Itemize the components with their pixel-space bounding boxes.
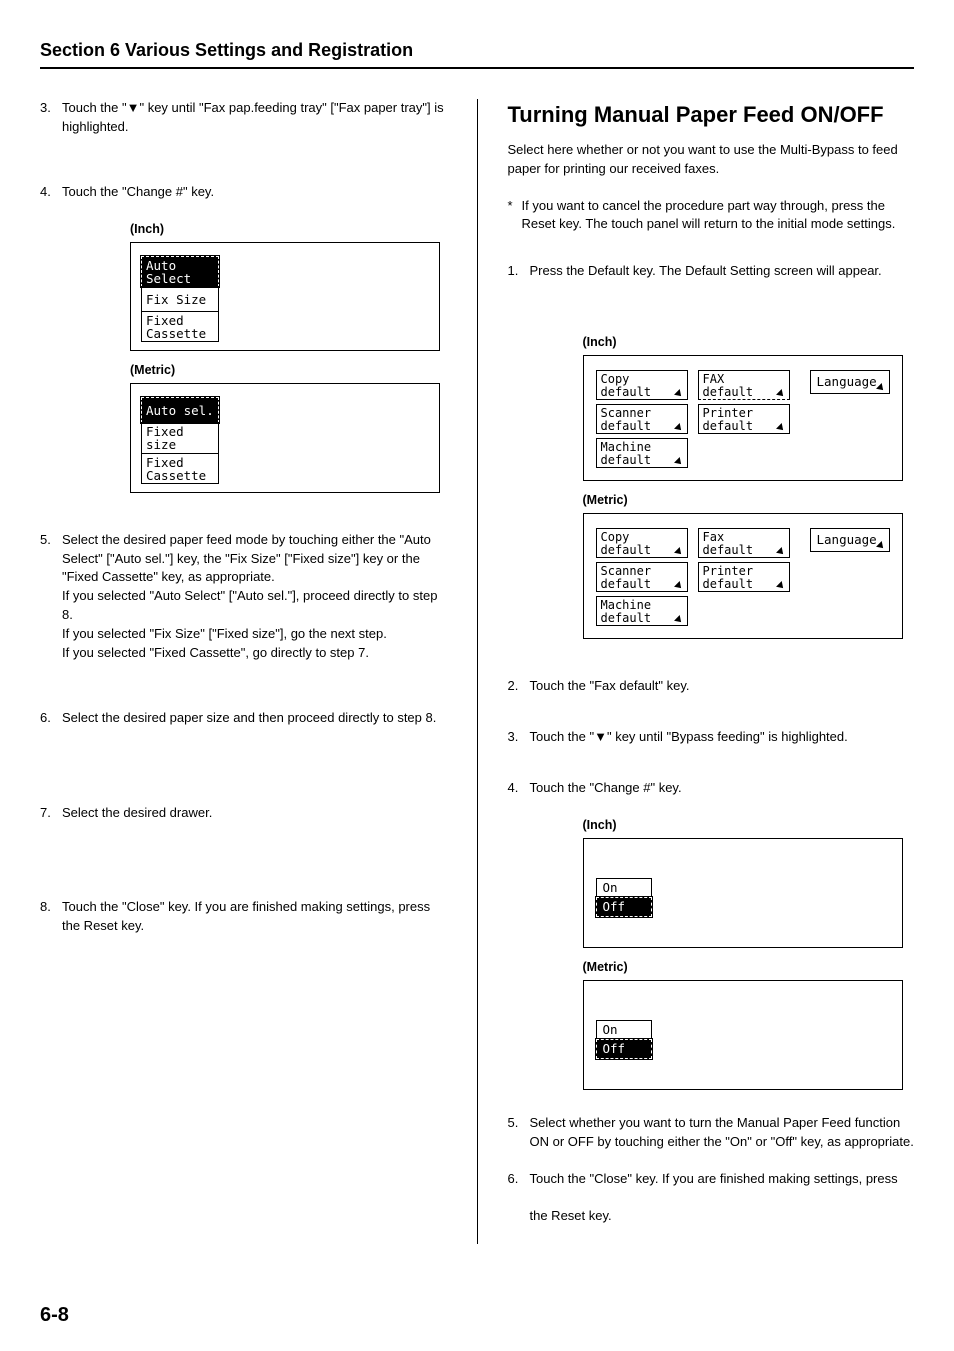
metric-label: (Metric) — [583, 491, 915, 509]
printer-default-button[interactable]: Printer default — [698, 562, 790, 592]
r-step-3: 3. Touch the "▼" key until "Bypass feedi… — [508, 728, 915, 747]
step-7: 7. Select the desired drawer. — [40, 804, 447, 823]
step-text: Select whether you want to turn the Manu… — [530, 1114, 915, 1152]
r-step-6b: the Reset key. — [508, 1207, 915, 1226]
asterisk: * — [508, 197, 522, 235]
scanner-default-button[interactable]: Scanner default — [596, 562, 688, 592]
step-text: Press the Default key. The Default Setti… — [530, 262, 915, 281]
language-button[interactable]: Language — [810, 370, 890, 394]
inch-label: (Inch) — [130, 220, 447, 238]
inch-panel: Auto Select Fix Size Fixed Cassette — [130, 242, 440, 352]
metric-panel: Auto sel. Fixed size Fixed Cassette — [130, 383, 440, 493]
on-button[interactable]: On — [596, 878, 652, 898]
off-button[interactable]: Off — [596, 1039, 652, 1059]
auto-sel-button[interactable]: Auto sel. — [141, 397, 219, 423]
copy-default-button[interactable]: Copy default — [596, 370, 688, 400]
chevron-icon — [674, 615, 684, 625]
off-button[interactable]: Off — [596, 897, 652, 917]
chevron-icon — [776, 389, 786, 399]
auto-select-button[interactable]: Auto Select — [141, 256, 219, 287]
machine-default-button[interactable]: Machine default — [596, 596, 688, 626]
step-number: 5. — [508, 1114, 530, 1152]
step-text: Touch the "Fax default" key. — [530, 677, 915, 696]
chevron-icon — [776, 423, 786, 433]
metric-label: (Metric) — [583, 958, 915, 976]
defaults-metric-panel: Copy default Fax default Language Scanne… — [583, 513, 903, 639]
chevron-icon — [776, 547, 786, 557]
fixed-size-button[interactable]: Fixed size — [141, 422, 219, 453]
chevron-icon — [876, 383, 886, 393]
note-text: If you want to cancel the procedure part… — [522, 197, 915, 235]
r-step-5: 5. Select whether you want to turn the M… — [508, 1114, 915, 1152]
step-text: Touch the "Close" key. If you are finish… — [62, 898, 447, 936]
defaults-inch-panel: Copy default FAX default Language Scanne… — [583, 355, 903, 481]
fax-default-button[interactable]: FAX default — [698, 370, 790, 400]
fix-size-button[interactable]: Fix Size — [141, 286, 219, 312]
section-header: Section 6 Various Settings and Registrat… — [40, 40, 914, 69]
inch-label: (Inch) — [583, 816, 915, 834]
step-number: 3. — [40, 99, 62, 137]
scanner-default-button[interactable]: Scanner default — [596, 404, 688, 434]
step-5: 5. Select the desired paper feed mode by… — [40, 531, 447, 663]
fixed-cassette-button[interactable]: Fixed Cassette — [141, 311, 219, 342]
step-number: 1. — [508, 262, 530, 281]
language-button[interactable]: Language — [810, 528, 890, 552]
left-column: 3. Touch the "▼" key until "Fax pap.feed… — [40, 99, 447, 1244]
onoff-inch-panel: On Off — [583, 838, 903, 948]
chevron-icon — [776, 581, 786, 591]
step-text: the Reset key. — [530, 1207, 915, 1226]
chevron-icon — [674, 423, 684, 433]
step-text: Touch the "▼" key until "Fax pap.feeding… — [62, 99, 447, 137]
step-text: Select the desired drawer. — [62, 804, 447, 823]
step-text: Select the desired paper size and then p… — [62, 709, 447, 728]
machine-default-button[interactable]: Machine default — [596, 438, 688, 468]
step-text: Touch the "Change #" key. — [62, 183, 447, 202]
chevron-icon — [674, 389, 684, 399]
step-number — [508, 1207, 530, 1226]
chevron-icon — [876, 541, 886, 551]
right-title: Turning Manual Paper Feed ON/OFF — [508, 99, 915, 131]
right-column: Turning Manual Paper Feed ON/OFF Select … — [508, 99, 915, 1244]
step-number: 8. — [40, 898, 62, 936]
metric-label: (Metric) — [130, 361, 447, 379]
column-divider — [477, 99, 478, 1244]
chevron-icon — [674, 457, 684, 467]
note: * If you want to cancel the procedure pa… — [508, 197, 915, 235]
step-number: 4. — [40, 183, 62, 202]
inch-label: (Inch) — [583, 333, 915, 351]
printer-default-button[interactable]: Printer default — [698, 404, 790, 434]
step-number: 3. — [508, 728, 530, 747]
step-text: Touch the "Change #" key. — [530, 779, 915, 798]
step-number: 4. — [508, 779, 530, 798]
step-number: 7. — [40, 804, 62, 823]
r-step-1: 1. Press the Default key. The Default Se… — [508, 262, 915, 281]
on-button[interactable]: On — [596, 1020, 652, 1040]
step-8: 8. Touch the "Close" key. If you are fin… — [40, 898, 447, 936]
fixed-cassette-button[interactable]: Fixed Cassette — [141, 453, 219, 484]
chevron-icon — [674, 581, 684, 591]
copy-default-button[interactable]: Copy default — [596, 528, 688, 558]
step-text: Select the desired paper feed mode by to… — [62, 531, 447, 663]
r-step-4: 4. Touch the "Change #" key. — [508, 779, 915, 798]
step-4: 4. Touch the "Change #" key. — [40, 183, 447, 202]
intro-text: Select here whether or not you want to u… — [508, 141, 915, 179]
step-text: Touch the "Close" key. If you are finish… — [530, 1170, 915, 1189]
step-6: 6. Select the desired paper size and the… — [40, 709, 447, 728]
fax-default-button[interactable]: Fax default — [698, 528, 790, 558]
step-text: Touch the "▼" key until "Bypass feeding"… — [530, 728, 915, 747]
step-3: 3. Touch the "▼" key until "Fax pap.feed… — [40, 99, 447, 137]
step-number: 2. — [508, 677, 530, 696]
step-number: 5. — [40, 531, 62, 663]
step-number: 6. — [508, 1170, 530, 1189]
step-number: 6. — [40, 709, 62, 728]
page-number: 6-8 — [40, 1304, 69, 1327]
r-step-6: 6. Touch the "Close" key. If you are fin… — [508, 1170, 915, 1189]
r-step-2: 2. Touch the "Fax default" key. — [508, 677, 915, 696]
onoff-metric-panel: On Off — [583, 980, 903, 1090]
chevron-icon — [674, 547, 684, 557]
